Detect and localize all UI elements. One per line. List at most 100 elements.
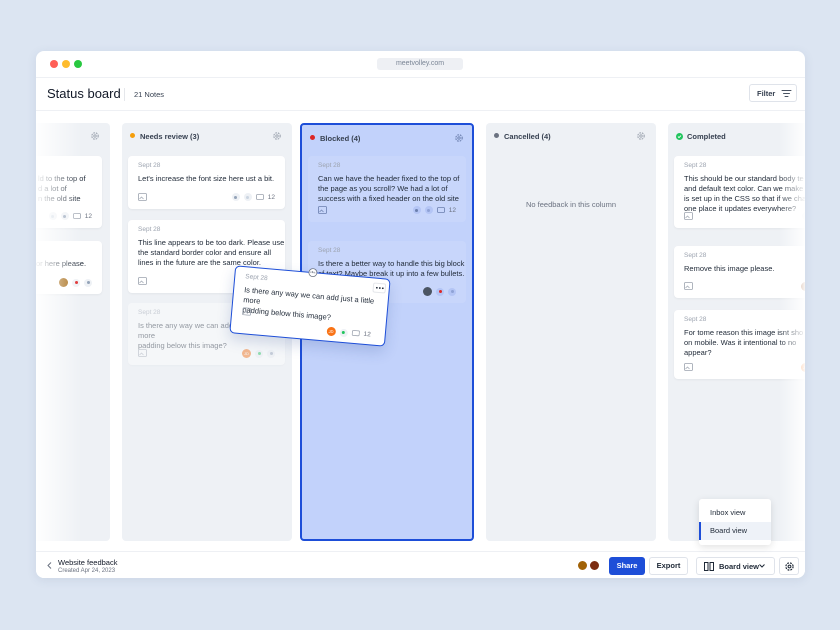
empty-column-message: No feedback in this column [525,200,617,209]
gear-icon[interactable] [454,133,464,143]
feedback-card[interactable]: Sept 28 Can we have the header fixed to … [308,156,466,222]
card-footer: 12 [138,193,275,203]
menu-item-inbox-view[interactable]: Inbox view [699,504,771,522]
maximize-window-icon[interactable] [74,60,82,68]
gear-icon[interactable] [636,131,646,141]
avatar[interactable] [577,560,588,571]
browser-titlebar: meetvolley.com [36,51,805,78]
card-text-line: lines in the future are the same color. [138,258,261,267]
card-footer [684,282,805,292]
card-text-line: appear? [684,348,712,357]
dragged-feedback-card[interactable]: Sept 28 Is there any way we can add just… [229,265,391,347]
back-chevron-icon[interactable] [47,562,52,569]
created-date: Created Apr 24, 2023 [58,568,116,574]
card-text-line: d a lot of [38,184,67,193]
more-icon [375,286,384,290]
chevron-down-icon [759,564,765,568]
view-menu: Inbox view Board view [699,499,771,545]
image-icon [138,349,147,357]
card-text-line: Is there a better way to handle this big… [318,259,465,268]
card-date: Sept 28 [684,316,707,323]
card-text-line: Can we have the header fixed to the top … [318,174,460,183]
card-text: or here please. [36,259,87,268]
card-date: Sept 28 [138,226,161,233]
status-dot-icon [243,193,252,201]
status-dot-icon [48,212,57,220]
status-dot-icon [424,206,433,214]
card-footer: 12 [318,206,456,216]
status-dot-icon [494,133,499,138]
gear-icon[interactable] [90,131,100,141]
column-header: Completed [676,132,726,141]
avatar: JD [801,363,805,372]
card-date: Sept 28 [138,162,161,169]
comment-count: 12 [448,206,456,214]
card-text-line: and default text color. Can we make [684,184,804,193]
comment-count: 12 [363,330,372,339]
card-text-line: For tome reason this image isnt sho [684,328,804,337]
card-footer: JD [684,363,805,373]
avatar[interactable] [589,560,600,571]
filter-icon [781,90,792,97]
status-dot-icon [267,349,275,358]
gear-icon [785,562,794,571]
card-text-line: on mobile. Was it intentional to no [684,338,797,347]
avatar: JD [326,326,337,337]
status-dot-icon [130,133,135,138]
status-dot-icon [436,287,444,296]
card-footer: JD [138,349,275,359]
avatar [801,282,805,291]
card-meta: 12 [412,206,456,214]
card-text-line: the standard border color and ensure all [138,248,272,257]
card-text-line: is set up in the CSS so that if we cha [684,194,805,203]
feedback-card[interactable]: Sept 28 Let's increase the font size her… [128,156,285,209]
column-title: Completed [687,132,726,141]
card-date: Sept 28 [138,309,161,316]
filter-button[interactable]: Filter [749,84,797,102]
card-meta: 12 [48,212,92,220]
feedback-card[interactable]: ld to the top of d a lot of n the old si… [36,156,102,228]
view-switcher-label: Board view [719,562,760,571]
avatar [59,278,68,287]
more-options-button[interactable] [372,282,387,294]
share-button[interactable]: Share [609,557,645,575]
card-text-line: This should be our standard body te [684,174,804,183]
export-button[interactable]: Export [649,557,688,575]
footer-bar: Website feedback Created Apr 24, 2023 Sh… [36,551,805,578]
card-text: This line appears to be too dark. Please… [138,238,284,268]
minimize-window-icon[interactable] [62,60,70,68]
address-bar[interactable]: meetvolley.com [377,58,463,70]
status-dot-icon [802,212,805,220]
settings-button[interactable] [779,557,799,575]
comment-icon [255,193,264,200]
gear-icon[interactable] [272,131,282,141]
avatar: JD [242,349,251,358]
card-text-line: This line appears to be too dark. Please… [138,238,285,247]
card-text-line: n the old site [38,194,81,203]
card-footer [684,212,805,222]
column-title: Needs review (3) [140,132,200,141]
image-icon [684,282,693,290]
comment-icon [72,212,81,219]
menu-item-board-view[interactable]: Board view [699,522,771,540]
column-partial-left: ld to the top of d a lot of n the old si… [36,123,110,541]
comment-count: 12 [84,212,92,220]
status-board: ld to the top of d a lot of n the old si… [36,112,805,550]
column-header: Cancelled (4) [494,132,551,141]
card-text: For tome reason this image isnt sho on m… [684,328,803,358]
feedback-card[interactable]: Sept 28 Remove this image please. [674,246,805,298]
card-footer [36,278,92,288]
header-divider [124,88,125,101]
image-icon [138,277,147,285]
view-switcher-button[interactable]: Board view [696,557,775,575]
card-meta [801,282,805,291]
feedback-card[interactable]: Sept 28 For tome reason this image isnt … [674,310,805,379]
image-icon [684,212,693,220]
card-meta: JD [801,363,805,372]
card-date: Sept 28 [684,162,707,169]
feedback-card[interactable]: or here please. [36,241,102,294]
card-text-line: ld to the top of [38,174,86,183]
feedback-card[interactable]: Sept 28 This should be our standard body… [674,156,805,228]
close-window-icon[interactable] [50,60,58,68]
card-date: Sept 28 [318,162,341,169]
